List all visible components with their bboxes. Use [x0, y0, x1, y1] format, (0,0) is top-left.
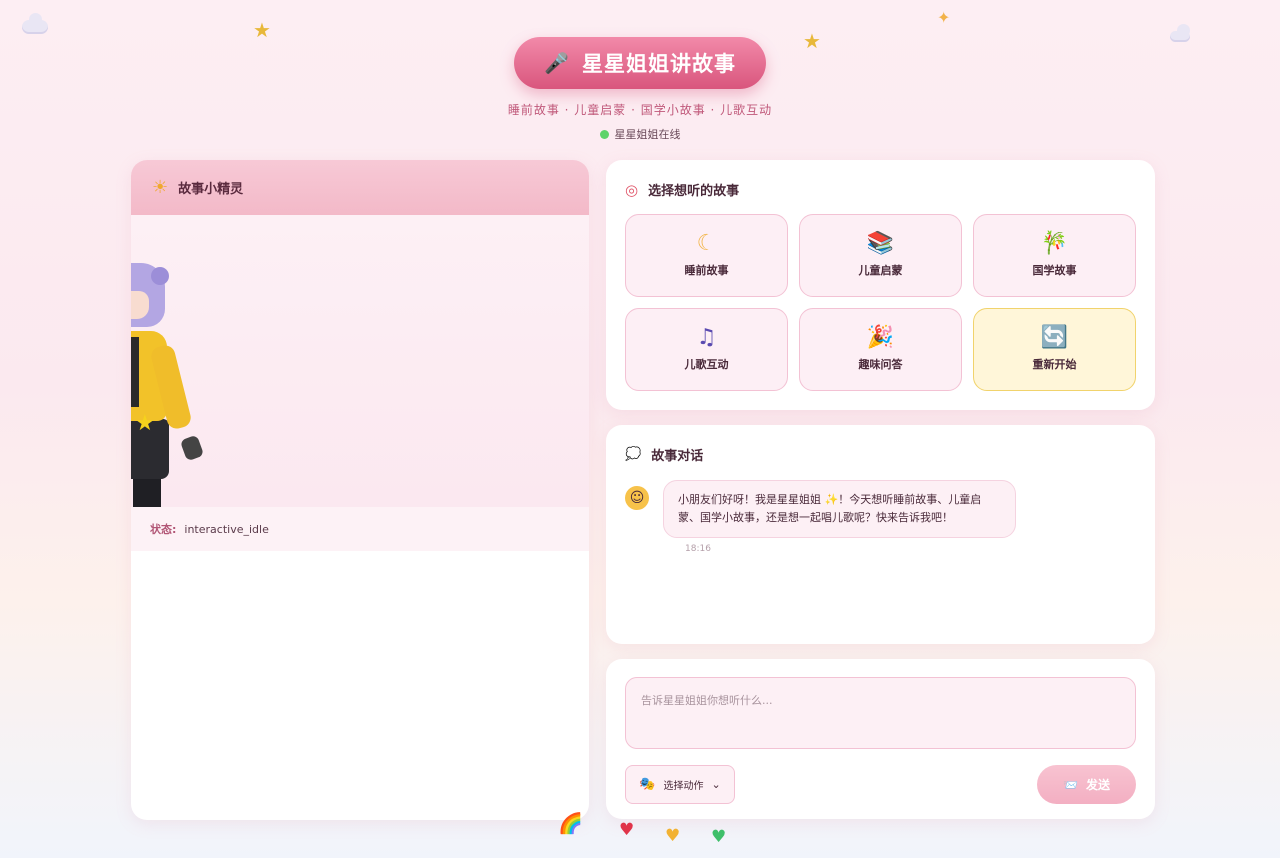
send-button-label: 发送	[1085, 778, 1110, 792]
action-select[interactable]: 🎭 选择动作 ⌄	[625, 765, 735, 804]
status-label: 状态:	[150, 523, 177, 536]
composer-panel: 🎭 选择动作 ⌄ 📨 发送	[606, 659, 1155, 819]
story-button-enlightenment[interactable]: 📚 儿童启蒙	[799, 214, 962, 297]
restart-button-label: 重新开始	[1032, 358, 1077, 371]
star-badge-icon: ★	[135, 411, 155, 436]
party-popper-icon: 🎉	[866, 325, 895, 350]
story-button-label: 睡前故事	[684, 264, 729, 277]
message-timestamp: 18:16	[685, 544, 711, 554]
message-input[interactable]	[625, 677, 1136, 749]
page-title: 星星姐姐讲故事	[581, 52, 736, 76]
sparkle-icon: ✦	[937, 8, 951, 27]
story-button-label: 趣味问答	[858, 358, 903, 371]
page-header: 🎤 星星姐姐讲故事 睡前故事 · 儿童启蒙 · 国学小故事 · 儿歌互动 星星姐…	[0, 37, 1280, 143]
books-icon: 📚	[866, 231, 895, 256]
chat-title: 故事对话	[651, 449, 704, 464]
chat-panel: 💭 故事对话 ☺ 小朋友们好呀！我是星星姐姐 ✨！今天想听睡前故事、儿童启蒙、国…	[606, 425, 1155, 644]
page-subtitle: 睡前故事 · 儿童启蒙 · 国学小故事 · 儿歌互动	[507, 103, 773, 117]
yellow-heart-icon: ♥	[665, 826, 681, 846]
character-hair-bun	[151, 267, 169, 285]
online-dot-icon	[599, 129, 609, 139]
target-icon: ◎	[625, 180, 639, 199]
status-value: interactive_idle	[184, 522, 269, 536]
moon-icon: ☾	[696, 231, 717, 256]
refresh-icon: 🔄	[1040, 325, 1069, 350]
action-select-label: 选择动作	[663, 781, 704, 792]
character-panel-title: 故事小精灵	[178, 182, 244, 197]
send-button[interactable]: 📨 发送	[1037, 765, 1136, 804]
story-button-bedtime[interactable]: ☾ 睡前故事	[625, 214, 788, 297]
story-button-label: 儿童启蒙	[858, 264, 903, 277]
story-button-songs[interactable]: ♫ 儿歌互动	[625, 308, 788, 391]
character-top	[131, 337, 139, 407]
character-panel-header: ☀ 故事小精灵	[131, 160, 589, 215]
bamboo-icon: 🎋	[1040, 231, 1069, 256]
online-status-text: 星星姐姐在线	[614, 128, 681, 141]
story-button-label: 国学故事	[1032, 264, 1077, 277]
music-note-icon: ♫	[696, 325, 717, 350]
online-status: 星星姐姐在线	[599, 126, 681, 142]
story-selection-header: ◎ 选择想听的故事	[625, 180, 1136, 200]
chat-message: ☺ 小朋友们好呀！我是星星姐姐 ✨！今天想听睡前故事、儿童启蒙、国学小故事，还是…	[625, 480, 1136, 538]
character-stage[interactable]: ★	[131, 215, 589, 507]
red-heart-icon: ♥	[619, 820, 635, 840]
story-button-label: 儿歌互动	[684, 358, 729, 371]
chat-header: 💭 故事对话	[625, 445, 1136, 464]
theater-masks-icon: 🎭	[639, 777, 656, 792]
story-selection-panel: ◎ 选择想听的故事 ☾ 睡前故事 📚 儿童启蒙 🎋 国学故事 ♫ 儿歌互动 🎉 …	[606, 160, 1155, 410]
story-button-quiz[interactable]: 🎉 趣味问答	[799, 308, 962, 391]
avatar: ☺	[625, 486, 649, 510]
cloud-icon	[22, 13, 48, 34]
character-glove	[179, 434, 205, 462]
green-heart-icon: ♥	[711, 827, 727, 847]
message-bubble: 小朋友们好呀！我是星星姐姐 ✨！今天想听睡前故事、儿童启蒙、国学小故事，还是想一…	[663, 480, 1016, 538]
mailbox-icon: 📨	[1063, 777, 1078, 792]
character-panel: ☀ 故事小精灵 ★ 状态: interactive_idle	[131, 160, 589, 820]
story-grid: ☾ 睡前故事 📚 儿童启蒙 🎋 国学故事 ♫ 儿歌互动 🎉 趣味问答 🔄 重新开…	[625, 214, 1136, 391]
character-status: 状态: interactive_idle	[131, 507, 589, 551]
sun-icon: ☀	[152, 177, 169, 198]
microphone-icon: 🎤	[544, 51, 570, 75]
character-legs	[133, 479, 161, 507]
chevron-down-icon: ⌄	[711, 778, 721, 791]
story-button-classics[interactable]: 🎋 国学故事	[973, 214, 1136, 297]
rainbow-icon: 🌈	[558, 811, 583, 835]
composer-controls: 🎭 选择动作 ⌄ 📨 发送	[625, 765, 1136, 804]
title-banner: 🎤 星星姐姐讲故事	[514, 37, 766, 89]
restart-button[interactable]: 🔄 重新开始	[973, 308, 1136, 391]
story-selection-title: 选择想听的故事	[648, 184, 740, 199]
speech-bubble-icon: 💭	[625, 447, 642, 462]
